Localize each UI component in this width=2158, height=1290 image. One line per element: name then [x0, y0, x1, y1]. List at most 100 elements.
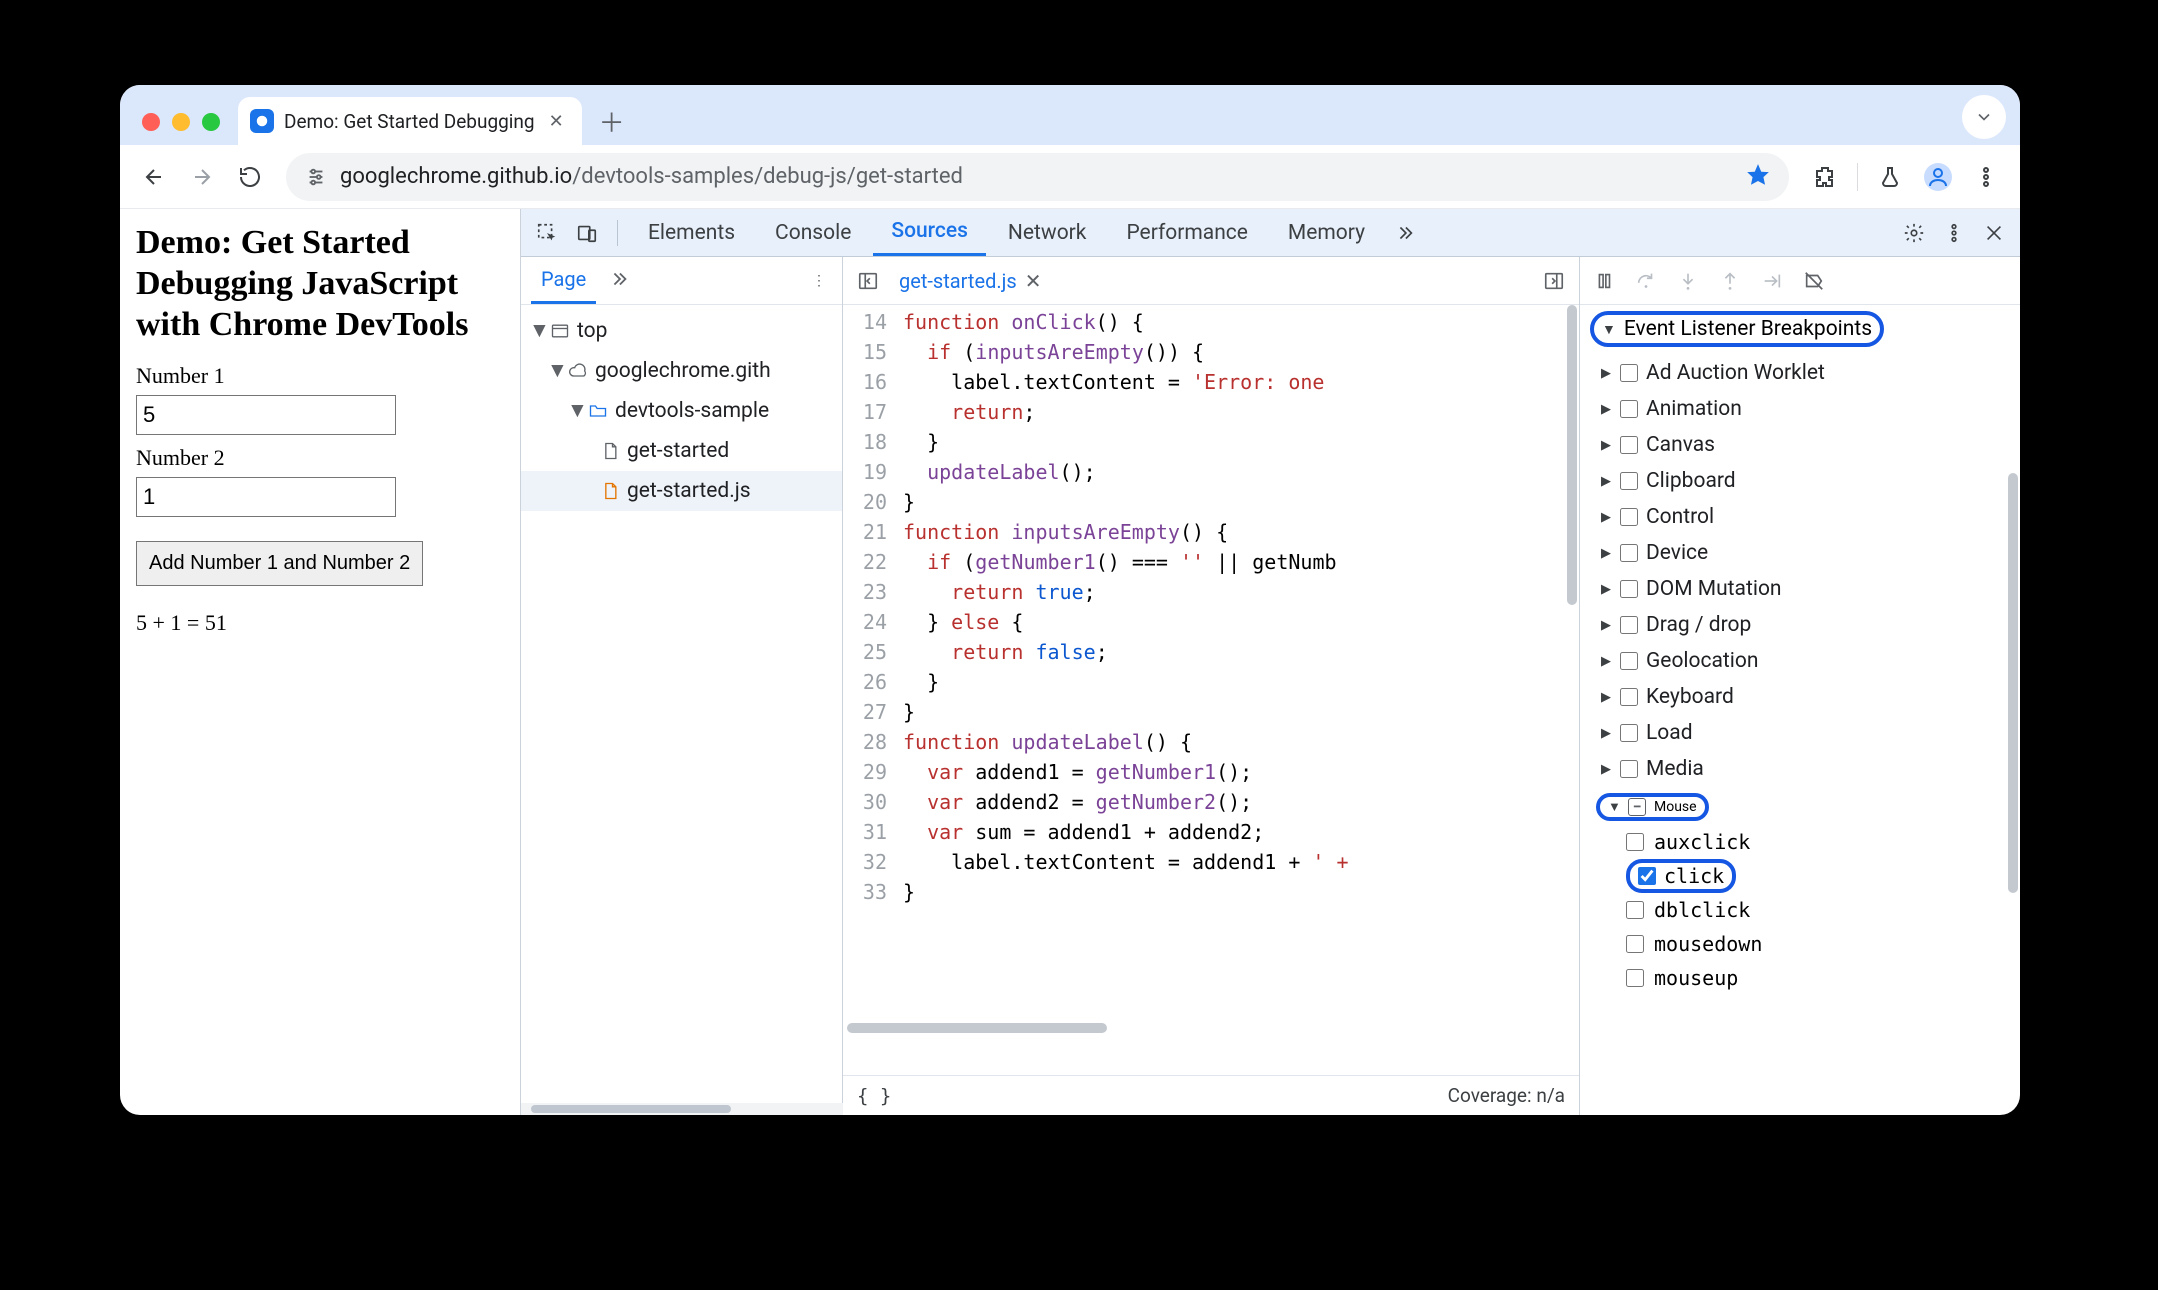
category-row[interactable]: ▶Clipboard — [1592, 463, 2020, 499]
category-row[interactable]: ▶Geolocation — [1592, 643, 2020, 679]
event-checkbox[interactable] — [1626, 901, 1644, 919]
category-checkbox[interactable] — [1620, 652, 1638, 670]
step-out-button[interactable] — [1716, 267, 1744, 295]
tab-console[interactable]: Console — [757, 210, 869, 256]
toggle-debugger-button[interactable] — [1537, 264, 1571, 298]
settings-gear-icon[interactable] — [1896, 215, 1932, 251]
category-checkbox[interactable] — [1620, 544, 1638, 562]
site-settings-icon[interactable] — [304, 165, 328, 189]
tab-network[interactable]: Network — [990, 210, 1105, 256]
step-over-button[interactable] — [1632, 267, 1660, 295]
editor-hscrollbar[interactable] — [843, 1021, 1579, 1035]
category-checkbox[interactable] — [1620, 688, 1638, 706]
close-editor-tab[interactable]: ✕ — [1025, 269, 1042, 293]
category-row[interactable]: ▶Ad Auction Worklet — [1592, 355, 2020, 391]
category-checkbox[interactable] — [1620, 364, 1638, 382]
url-text: googlechrome.github.io/devtools-samples/… — [340, 164, 963, 189]
navigator-tab-page[interactable]: Page — [531, 258, 596, 304]
labs-button[interactable] — [1868, 155, 1912, 199]
toggle-navigator-button[interactable] — [851, 264, 885, 298]
navigator-scrollbar[interactable] — [521, 1103, 843, 1115]
category-row[interactable]: ▶Keyboard — [1592, 679, 2020, 715]
category-label: Animation — [1646, 397, 1742, 421]
inspect-element-icon[interactable] — [529, 215, 565, 251]
reload-button[interactable] — [228, 155, 272, 199]
close-window-button[interactable] — [142, 113, 160, 131]
deactivate-breakpoints-button[interactable] — [1800, 267, 1828, 295]
tab-elements[interactable]: Elements — [630, 210, 753, 256]
profile-button[interactable] — [1916, 155, 1960, 199]
add-button[interactable]: Add Number 1 and Number 2 — [136, 541, 423, 586]
category-checkbox[interactable] — [1620, 616, 1638, 634]
forward-button[interactable] — [180, 155, 224, 199]
cloud-icon — [567, 360, 589, 382]
category-checkbox[interactable] — [1620, 724, 1638, 742]
category-row[interactable]: ▶Device — [1592, 535, 2020, 571]
tab-overflow-button[interactable] — [1962, 95, 2006, 139]
event-label: mouseup — [1654, 966, 1738, 990]
tab-strip: Demo: Get Started Debugging ✕ ＋ — [120, 85, 2020, 145]
category-row[interactable]: ▶Media — [1592, 751, 2020, 787]
category-checkbox[interactable] — [1620, 436, 1638, 454]
event-row[interactable]: click — [1626, 859, 2020, 893]
minimize-window-button[interactable] — [172, 113, 190, 131]
bookmark-star-icon[interactable] — [1745, 162, 1771, 192]
input-number1[interactable] — [136, 395, 396, 435]
pretty-print-icon[interactable]: { } — [857, 1085, 891, 1107]
navigator-more-tabs[interactable] — [602, 262, 636, 300]
tab-title: Demo: Get Started Debugging — [284, 110, 535, 133]
tab-memory[interactable]: Memory — [1270, 210, 1383, 256]
event-checkbox[interactable] — [1626, 935, 1644, 953]
tree-file-js[interactable]: get-started.js — [521, 471, 842, 511]
js-file-icon — [599, 480, 621, 502]
event-row[interactable]: mousedown — [1626, 927, 2020, 961]
step-button[interactable] — [1758, 267, 1786, 295]
tree-domain[interactable]: ▼ googlechrome.gith — [521, 351, 842, 391]
category-row[interactable]: ▶DOM Mutation — [1592, 571, 2020, 607]
browser-tab[interactable]: Demo: Get Started Debugging ✕ — [238, 97, 582, 145]
category-checkbox[interactable] — [1620, 508, 1638, 526]
tree-top[interactable]: ▼ top — [521, 311, 842, 351]
category-row[interactable]: ▶Control — [1592, 499, 2020, 535]
event-listener-breakpoints-header[interactable]: ▼ Event Listener Breakpoints — [1580, 305, 2020, 353]
device-toolbar-icon[interactable] — [569, 215, 605, 251]
category-row[interactable]: ▶Animation — [1592, 391, 2020, 427]
close-tab-button[interactable]: ✕ — [545, 107, 568, 136]
code-editor[interactable]: 1415161718192021222324252627282930313233… — [843, 305, 1579, 1075]
editor-tab[interactable]: get-started.js ✕ — [891, 269, 1050, 293]
step-into-button[interactable] — [1674, 267, 1702, 295]
devtools-menu-button[interactable] — [1936, 215, 1972, 251]
category-checkbox[interactable] — [1620, 580, 1638, 598]
category-checkbox[interactable] — [1620, 760, 1638, 778]
more-tabs-button[interactable] — [1387, 215, 1423, 251]
omnibox[interactable]: googlechrome.github.io/devtools-samples/… — [286, 153, 1789, 201]
pause-resume-button[interactable] — [1590, 267, 1618, 295]
tab-performance[interactable]: Performance — [1108, 210, 1265, 256]
maximize-window-button[interactable] — [202, 113, 220, 131]
event-checkbox[interactable] — [1626, 833, 1644, 851]
mixed-checkbox-icon[interactable]: − — [1628, 798, 1646, 816]
category-checkbox[interactable] — [1620, 400, 1638, 418]
category-mouse[interactable]: ▼ − Mouse — [1580, 789, 2020, 825]
editor-vscrollbar[interactable] — [1565, 305, 1579, 1035]
close-devtools-button[interactable] — [1976, 215, 2012, 251]
event-checkbox[interactable] — [1626, 969, 1644, 987]
tree-file-html[interactable]: get-started — [521, 431, 842, 471]
category-row[interactable]: ▶Canvas — [1592, 427, 2020, 463]
category-row[interactable]: ▶Drag / drop — [1592, 607, 2020, 643]
navigator-menu[interactable]: ⋮ — [806, 267, 832, 295]
category-checkbox[interactable] — [1620, 472, 1638, 490]
input-number2[interactable] — [136, 477, 396, 517]
event-checkbox[interactable] — [1638, 867, 1656, 885]
event-row[interactable]: auxclick — [1626, 825, 2020, 859]
back-button[interactable] — [132, 155, 176, 199]
new-tab-button[interactable]: ＋ — [592, 101, 632, 141]
event-row[interactable]: mouseup — [1626, 961, 2020, 995]
menu-button[interactable] — [1964, 155, 2008, 199]
category-row[interactable]: ▶Load — [1592, 715, 2020, 751]
event-row[interactable]: dblclick — [1626, 893, 2020, 927]
tree-folder[interactable]: ▼ devtools-sample — [521, 391, 842, 431]
extensions-button[interactable] — [1803, 155, 1847, 199]
tab-sources[interactable]: Sources — [873, 210, 986, 256]
debugger-vscrollbar[interactable] — [2006, 453, 2020, 1115]
